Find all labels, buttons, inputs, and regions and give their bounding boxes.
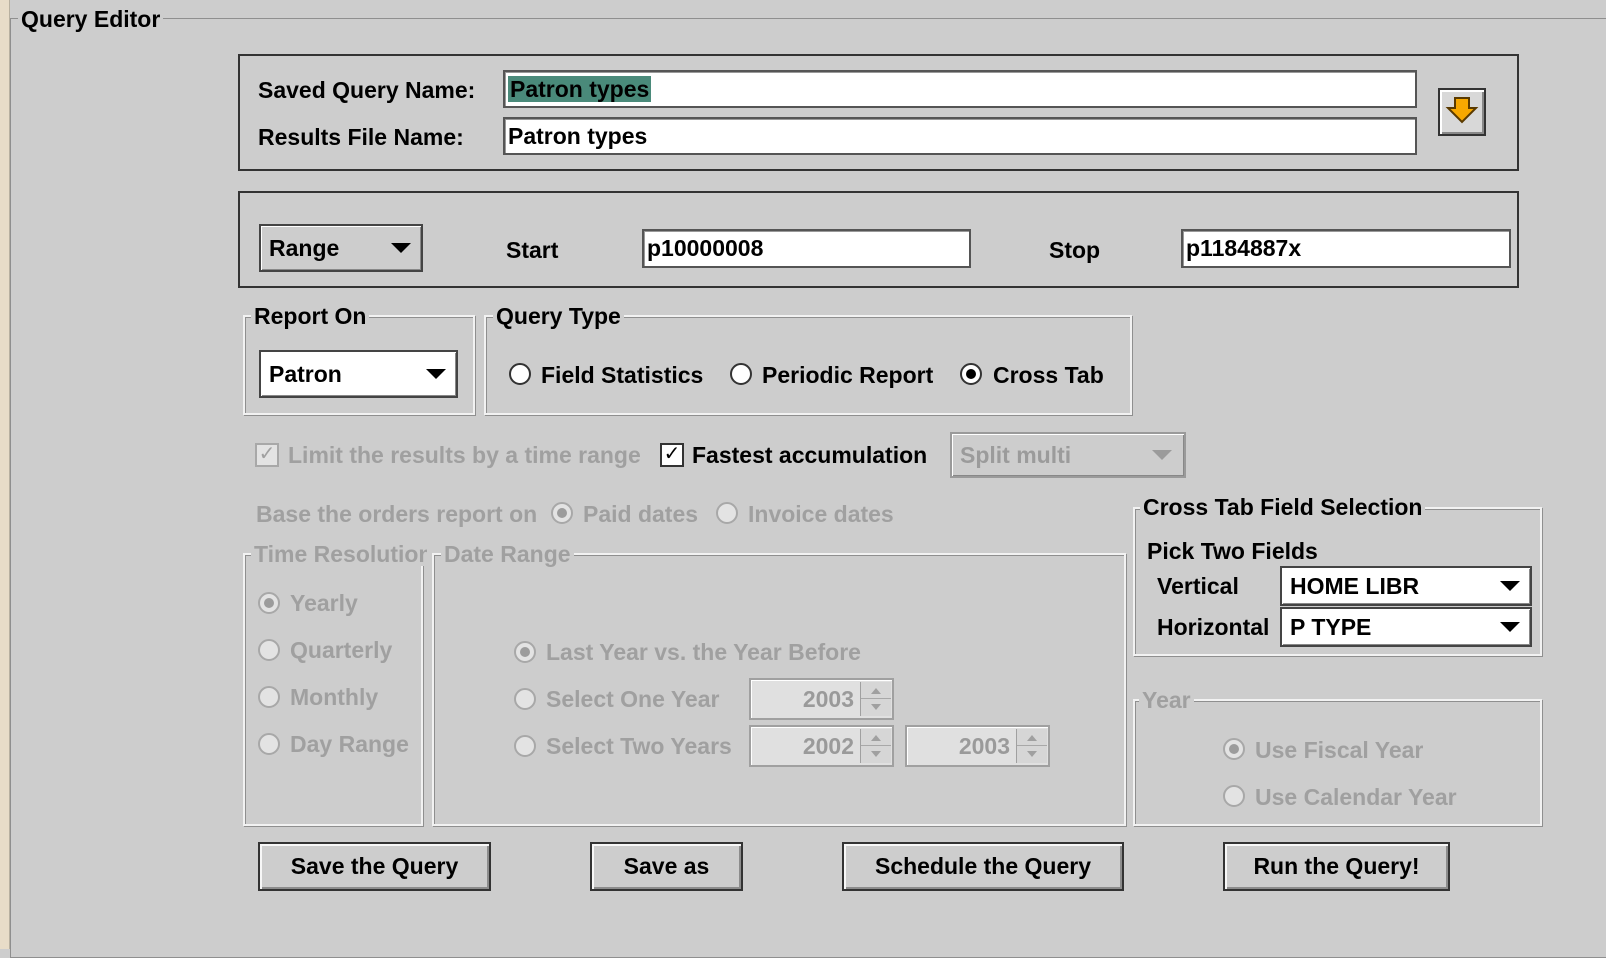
fiscal-year-label: Use Fiscal Year xyxy=(1255,737,1424,763)
fastest-accumulation-checkbox[interactable]: ✓ xyxy=(660,443,684,467)
save-as-button[interactable]: Save as xyxy=(590,842,743,891)
last-year-label: Last Year vs. the Year Before xyxy=(546,639,861,665)
calendar-year-label: Use Calendar Year xyxy=(1255,784,1457,810)
horizontal-field-value: P TYPE xyxy=(1290,614,1372,640)
start-label: Start xyxy=(506,237,559,263)
horizontal-field-select[interactable]: P TYPE xyxy=(1280,607,1532,647)
results-file-name-field[interactable]: Patron types xyxy=(503,117,1417,155)
report-on-legend: Report On xyxy=(251,304,370,328)
chevron-down-icon xyxy=(426,369,446,379)
two-year-to-value: 2003 xyxy=(958,733,1010,759)
orders-report-label: Base the orders report on xyxy=(256,501,538,527)
stop-field[interactable]: p1184887x xyxy=(1181,229,1511,268)
start-field[interactable]: p10000008 xyxy=(642,229,971,268)
arrow-down-icon xyxy=(1445,97,1479,124)
range-type-value: Range xyxy=(269,235,340,261)
spinner-down-icon[interactable] xyxy=(861,699,891,716)
paid-dates-radio[interactable] xyxy=(551,502,573,524)
invoice-dates-radio[interactable] xyxy=(716,502,738,524)
date-range-legend: Date Range xyxy=(441,542,574,566)
window-edge xyxy=(0,0,10,949)
periodic-report-radio[interactable] xyxy=(730,363,752,385)
spinner-buttons xyxy=(1016,729,1047,763)
last-year-radio[interactable] xyxy=(514,641,536,663)
yearly-radio[interactable] xyxy=(258,592,280,614)
paid-dates-label: Paid dates xyxy=(583,501,699,527)
saved-query-name-field[interactable]: Patron types xyxy=(503,70,1417,108)
chevron-down-icon xyxy=(1500,622,1520,632)
pick-two-fields-label: Pick Two Fields xyxy=(1147,538,1318,564)
spinner-up-icon[interactable] xyxy=(1017,729,1047,746)
periodic-report-label: Periodic Report xyxy=(762,362,934,388)
quarterly-label: Quarterly xyxy=(290,637,393,663)
one-year-radio[interactable] xyxy=(514,688,536,710)
two-years-label: Select Two Years xyxy=(546,733,732,759)
cross-tab-label: Cross Tab xyxy=(993,362,1104,388)
cross-tab-radio[interactable] xyxy=(960,363,982,385)
chevron-down-icon xyxy=(1152,450,1172,460)
monthly-radio[interactable] xyxy=(258,686,280,708)
one-year-label: Select One Year xyxy=(546,686,720,712)
limit-time-range-label: Limit the results by a time range xyxy=(288,442,641,468)
report-on-select[interactable]: Patron xyxy=(259,350,458,398)
spinner-down-icon[interactable] xyxy=(861,746,891,763)
spinner-down-icon[interactable] xyxy=(1017,746,1047,763)
two-year-from-value: 2002 xyxy=(802,733,854,759)
spinner-buttons xyxy=(860,682,891,716)
vertical-field-value: HOME LIBR xyxy=(1290,573,1420,599)
save-query-button[interactable]: Save the Query xyxy=(258,842,491,891)
fiscal-year-radio[interactable] xyxy=(1223,738,1245,760)
query-editor-title: Query Editor xyxy=(18,7,164,31)
download-button[interactable] xyxy=(1438,88,1486,136)
split-multi-select[interactable]: Split multi xyxy=(950,432,1186,478)
year-legend: Year xyxy=(1139,688,1194,712)
day-range-radio[interactable] xyxy=(258,733,280,755)
field-statistics-radio[interactable] xyxy=(509,363,531,385)
day-range-label: Day Range xyxy=(290,731,409,757)
chevron-down-icon xyxy=(391,243,411,253)
schedule-query-button[interactable]: Schedule the Query xyxy=(842,842,1124,891)
spinner-up-icon[interactable] xyxy=(861,682,891,699)
saved-query-name-label: Saved Query Name: xyxy=(258,77,476,103)
calendar-year-radio[interactable] xyxy=(1223,785,1245,807)
quarterly-radio[interactable] xyxy=(258,639,280,661)
yearly-label: Yearly xyxy=(290,590,358,616)
time-resolution-legend: Time Resolution xyxy=(251,542,427,566)
one-year-spinner[interactable]: 2003 xyxy=(749,678,894,720)
vertical-label: Vertical xyxy=(1157,573,1239,599)
time-resolution-legend-clip: Time Resolution xyxy=(251,542,427,568)
two-year-to-spinner[interactable]: 2003 xyxy=(905,725,1050,767)
limit-time-range-checkbox[interactable]: ✓ xyxy=(255,443,279,467)
results-file-name-label: Results File Name: xyxy=(258,124,464,150)
query-type-legend: Query Type xyxy=(493,304,624,328)
report-on-value: Patron xyxy=(269,361,342,387)
invoice-dates-label: Invoice dates xyxy=(748,501,894,527)
split-multi-value: Split multi xyxy=(960,442,1072,468)
chevron-down-icon xyxy=(1500,581,1520,591)
one-year-value: 2003 xyxy=(802,686,854,712)
horizontal-label: Horizontal xyxy=(1157,614,1270,640)
run-query-button[interactable]: Run the Query! xyxy=(1223,842,1450,891)
saved-query-name-value: Patron types xyxy=(508,76,652,102)
vertical-field-select[interactable]: HOME LIBR xyxy=(1280,566,1532,606)
two-year-from-spinner[interactable]: 2002 xyxy=(749,725,894,767)
spinner-buttons xyxy=(860,729,891,763)
cross-tab-legend: Cross Tab Field Selection xyxy=(1140,495,1426,519)
stop-label: Stop xyxy=(1049,237,1101,263)
monthly-label: Monthly xyxy=(290,684,379,710)
field-statistics-label: Field Statistics xyxy=(541,362,704,388)
range-type-select[interactable]: Range xyxy=(259,224,423,272)
two-years-radio[interactable] xyxy=(514,735,536,757)
fastest-accumulation-label: Fastest accumulation xyxy=(692,442,928,468)
spinner-up-icon[interactable] xyxy=(861,729,891,746)
